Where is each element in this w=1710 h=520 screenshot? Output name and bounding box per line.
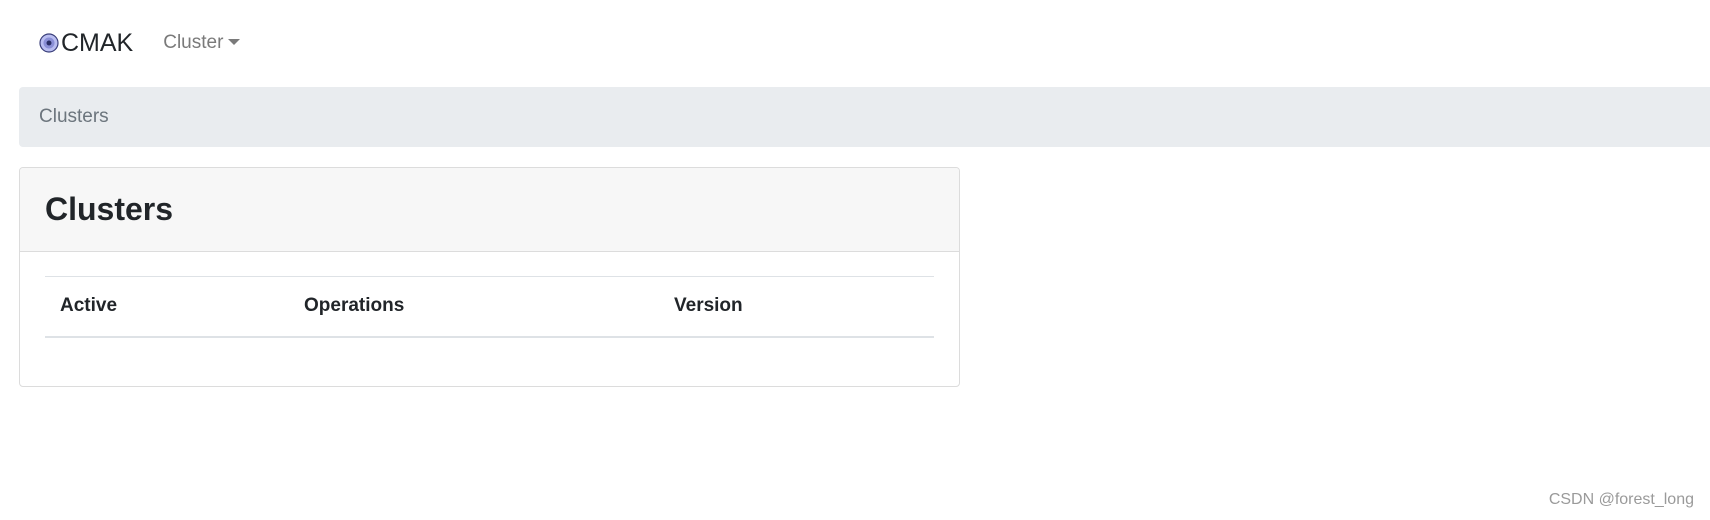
watermark: CSDN @forest_long — [1548, 491, 1694, 508]
column-header-version: Version — [659, 276, 934, 338]
card-header: Clusters — [20, 168, 959, 252]
navbar: CMAK Cluster — [0, 0, 1710, 86]
card-body: Active Operations Version — [20, 252, 959, 338]
breadcrumb: Clusters — [19, 87, 1710, 147]
column-header-operations: Operations — [289, 276, 659, 338]
table-header-row: Active Operations Version — [45, 276, 934, 338]
brand-link[interactable]: CMAK — [39, 28, 134, 57]
clusters-table: Active Operations Version — [45, 276, 934, 338]
cluster-dropdown-label: Cluster — [163, 32, 224, 53]
card-title: Clusters — [45, 191, 174, 227]
caret-down-icon — [228, 39, 241, 45]
target-logo-icon — [39, 33, 59, 53]
clusters-card: Clusters Active Operations Version — [19, 167, 960, 387]
brand-name: CMAK — [61, 28, 134, 57]
column-header-active: Active — [45, 276, 289, 338]
cluster-dropdown[interactable]: Cluster — [163, 32, 241, 54]
breadcrumb-item-clusters[interactable]: Clusters — [39, 106, 109, 128]
